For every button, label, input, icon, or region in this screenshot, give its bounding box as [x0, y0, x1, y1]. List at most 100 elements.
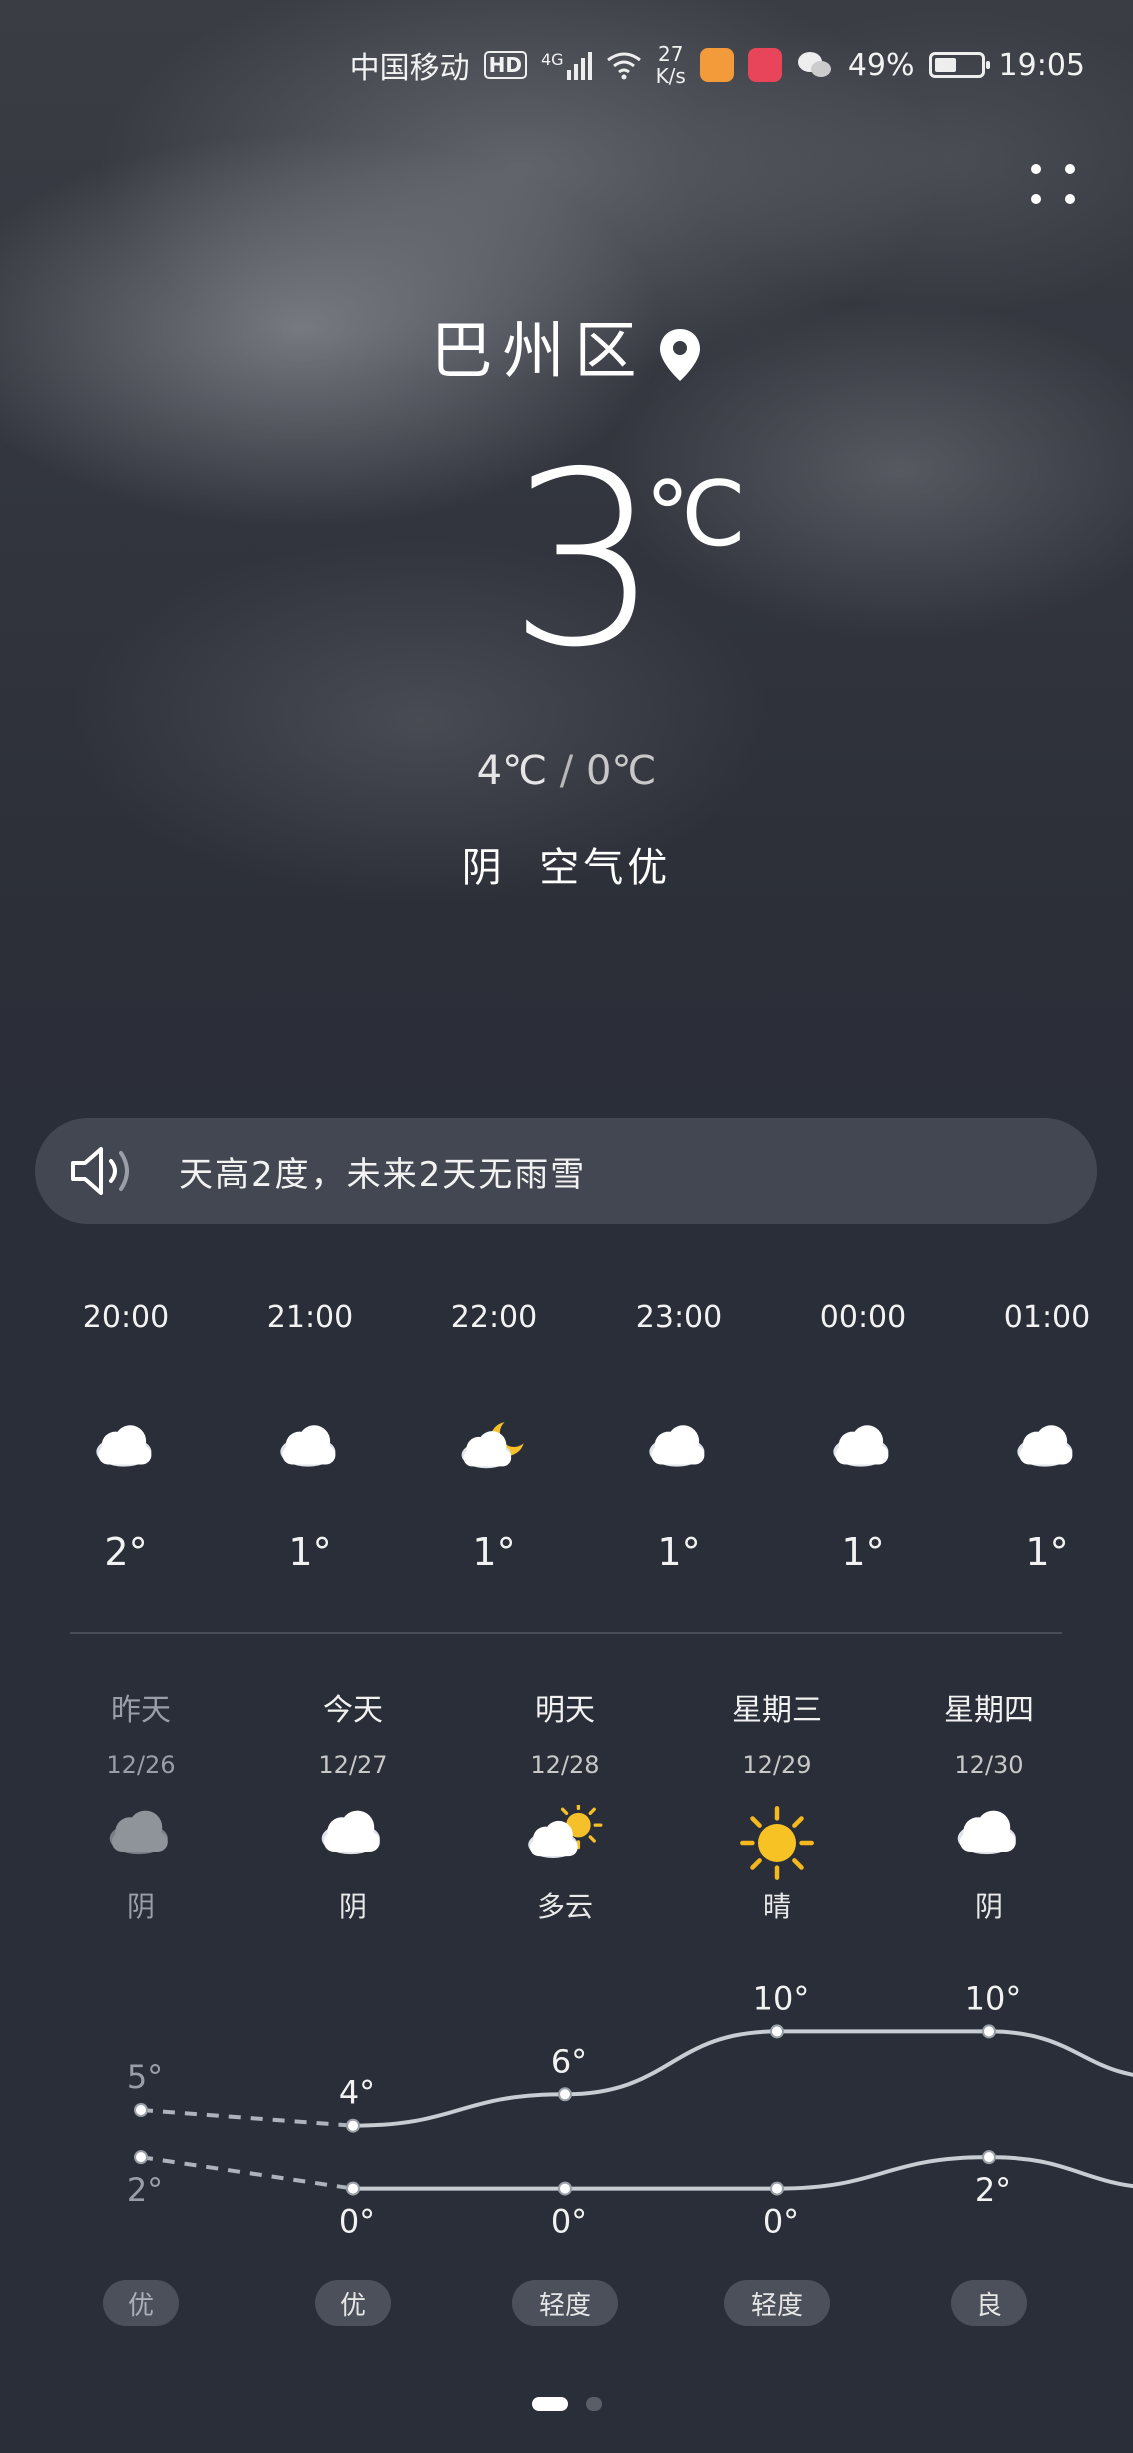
- day-icon-wrap: [909, 1803, 1069, 1883]
- day-condition: 阴: [126, 1890, 155, 1923]
- cloud-icon: [96, 1425, 152, 1467]
- weather-condition: 阴: [461, 845, 506, 891]
- page-dot-active[interactable]: [531, 2397, 568, 2411]
- air-quality: 空气优: [539, 845, 672, 891]
- day-condition: 阴: [974, 1890, 1003, 1923]
- low-point: [134, 2150, 148, 2165]
- cloud-icon: [280, 1425, 336, 1467]
- aqi-badge: 优: [315, 2280, 391, 2326]
- network-speed-unit: K/s: [655, 64, 686, 88]
- low-temp: 0℃: [585, 748, 657, 794]
- reader-app-icon: [747, 48, 782, 82]
- low-temp-label: 0°: [339, 2203, 375, 2241]
- range-separator: /: [559, 748, 574, 794]
- day-name: 昨天: [111, 1693, 171, 1728]
- low-point: [346, 2181, 360, 2196]
- aqi-badge: 良: [951, 2280, 1027, 2326]
- high-trend-line: [352, 2029, 1133, 2128]
- low-temp-label: 2°: [127, 2171, 163, 2209]
- page-indicator: [0, 2397, 1133, 2411]
- cloud-icon: [109, 1810, 168, 1855]
- hour-icon-wrap: [827, 1420, 899, 1496]
- day-name: 星期三: [732, 1693, 822, 1728]
- hour-time: 00:00: [819, 1300, 907, 1335]
- temperature-trend-chart: 5° 4° 6° 10° 10° 2° 0° 0° 0° 2°: [127, 1979, 1133, 2241]
- day-name: 星期四: [944, 1693, 1034, 1728]
- high-point: [982, 2024, 996, 2039]
- cloud-icon: [1017, 1425, 1073, 1467]
- high-temp-label: 4°: [339, 2074, 375, 2112]
- day-icon-wrap: [273, 1803, 433, 1883]
- high-trend-past: [140, 2108, 354, 2128]
- low-trend-past: [140, 2155, 354, 2191]
- aqi-badge: 优: [103, 2280, 179, 2326]
- day-icon-wrap: [61, 1803, 221, 1883]
- weather-notice-bar[interactable]: 天高2度，未来2天无雨雪: [35, 1118, 1097, 1224]
- cloud-icon: [957, 1810, 1016, 1855]
- day-name: 今天: [323, 1693, 383, 1728]
- location-header[interactable]: 巴州区: [0, 300, 1133, 390]
- condition-line[interactable]: 阴 空气优: [0, 835, 1133, 893]
- location-pin-icon: [659, 328, 700, 381]
- city-name: 巴州区: [430, 314, 647, 387]
- high-temp-label: 10°: [965, 1979, 1022, 2017]
- page-dot[interactable]: [585, 2397, 602, 2411]
- hour-temp: 2°: [104, 1530, 148, 1574]
- cloud-icon: [321, 1810, 380, 1855]
- hour-temp: 1°: [841, 1530, 885, 1574]
- clock: 19:05: [998, 47, 1085, 83]
- more-menu-button[interactable]: [1029, 160, 1085, 216]
- day-name: 明天: [535, 1693, 595, 1728]
- speaker-icon: [71, 1147, 129, 1195]
- day-icon-wrap: [697, 1803, 857, 1883]
- hour-time: 01:00: [1003, 1300, 1091, 1335]
- daily-item[interactable]: 今天 12/27 阴: [273, 1685, 433, 1925]
- notice-text: 天高2度，未来2天无雨雪: [179, 1154, 587, 1195]
- high-temp-label: 5°: [127, 2058, 163, 2096]
- current-temperature: 3: [508, 420, 661, 700]
- battery-percent: 49%: [847, 47, 915, 83]
- high-temp-label: 6°: [551, 2042, 587, 2080]
- day-date: 12/27: [318, 1751, 388, 1779]
- sun-icon: [740, 1806, 814, 1880]
- low-point: [982, 2150, 996, 2165]
- hour-time: 20:00: [82, 1300, 170, 1335]
- wechat-icon: [797, 52, 831, 77]
- hour-icon-wrap: [643, 1420, 715, 1496]
- hour-time: 22:00: [450, 1300, 538, 1335]
- daily-item[interactable]: 星期四 12/30 阴: [909, 1685, 1069, 1925]
- day-date: 12/30: [954, 1751, 1024, 1779]
- aqi-badge: 轻度: [724, 2280, 830, 2326]
- high-point: [346, 2118, 360, 2133]
- network-speed: 27 K/s: [656, 43, 686, 87]
- daily-item[interactable]: 明天 12/28 多云: [485, 1685, 645, 1925]
- daily-item[interactable]: 昨天 12/26 阴: [61, 1685, 221, 1925]
- aqi-badge: 轻度: [512, 2280, 618, 2326]
- hour-icon-wrap: [274, 1420, 346, 1496]
- hour-temp: 1°: [1025, 1530, 1069, 1574]
- temperature-unit: ℃: [645, 462, 747, 567]
- hd-badge: HD: [483, 51, 527, 79]
- network-speed-value: 27: [657, 42, 684, 66]
- hour-icon-wrap: [458, 1420, 530, 1496]
- hour-temp: 1°: [288, 1530, 332, 1574]
- network-type-label: 4G: [540, 50, 564, 69]
- hour-temp: 1°: [472, 1530, 516, 1574]
- hour-icon-wrap: [1011, 1420, 1083, 1496]
- low-point: [558, 2181, 572, 2196]
- low-trend-line: [353, 2155, 1133, 2191]
- high-point: [558, 2087, 572, 2102]
- daily-item[interactable]: 星期三 12/29 晴: [697, 1685, 857, 1925]
- section-divider: [70, 1632, 1062, 1634]
- day-condition: 阴: [338, 1890, 367, 1923]
- low-point: [770, 2181, 784, 2196]
- wifi-icon: [606, 52, 641, 80]
- low-temp-label: 0°: [551, 2203, 587, 2241]
- signal-icon: 4G: [541, 50, 592, 80]
- high-point: [134, 2103, 148, 2117]
- status-bar: 中国移动 HD 4G 27 K/s 49% 19:05: [350, 40, 1085, 90]
- high-temp: 4℃: [476, 748, 548, 794]
- day-condition: 晴: [762, 1890, 791, 1923]
- cloud-icon: [649, 1425, 705, 1467]
- day-date: 12/26: [106, 1751, 176, 1779]
